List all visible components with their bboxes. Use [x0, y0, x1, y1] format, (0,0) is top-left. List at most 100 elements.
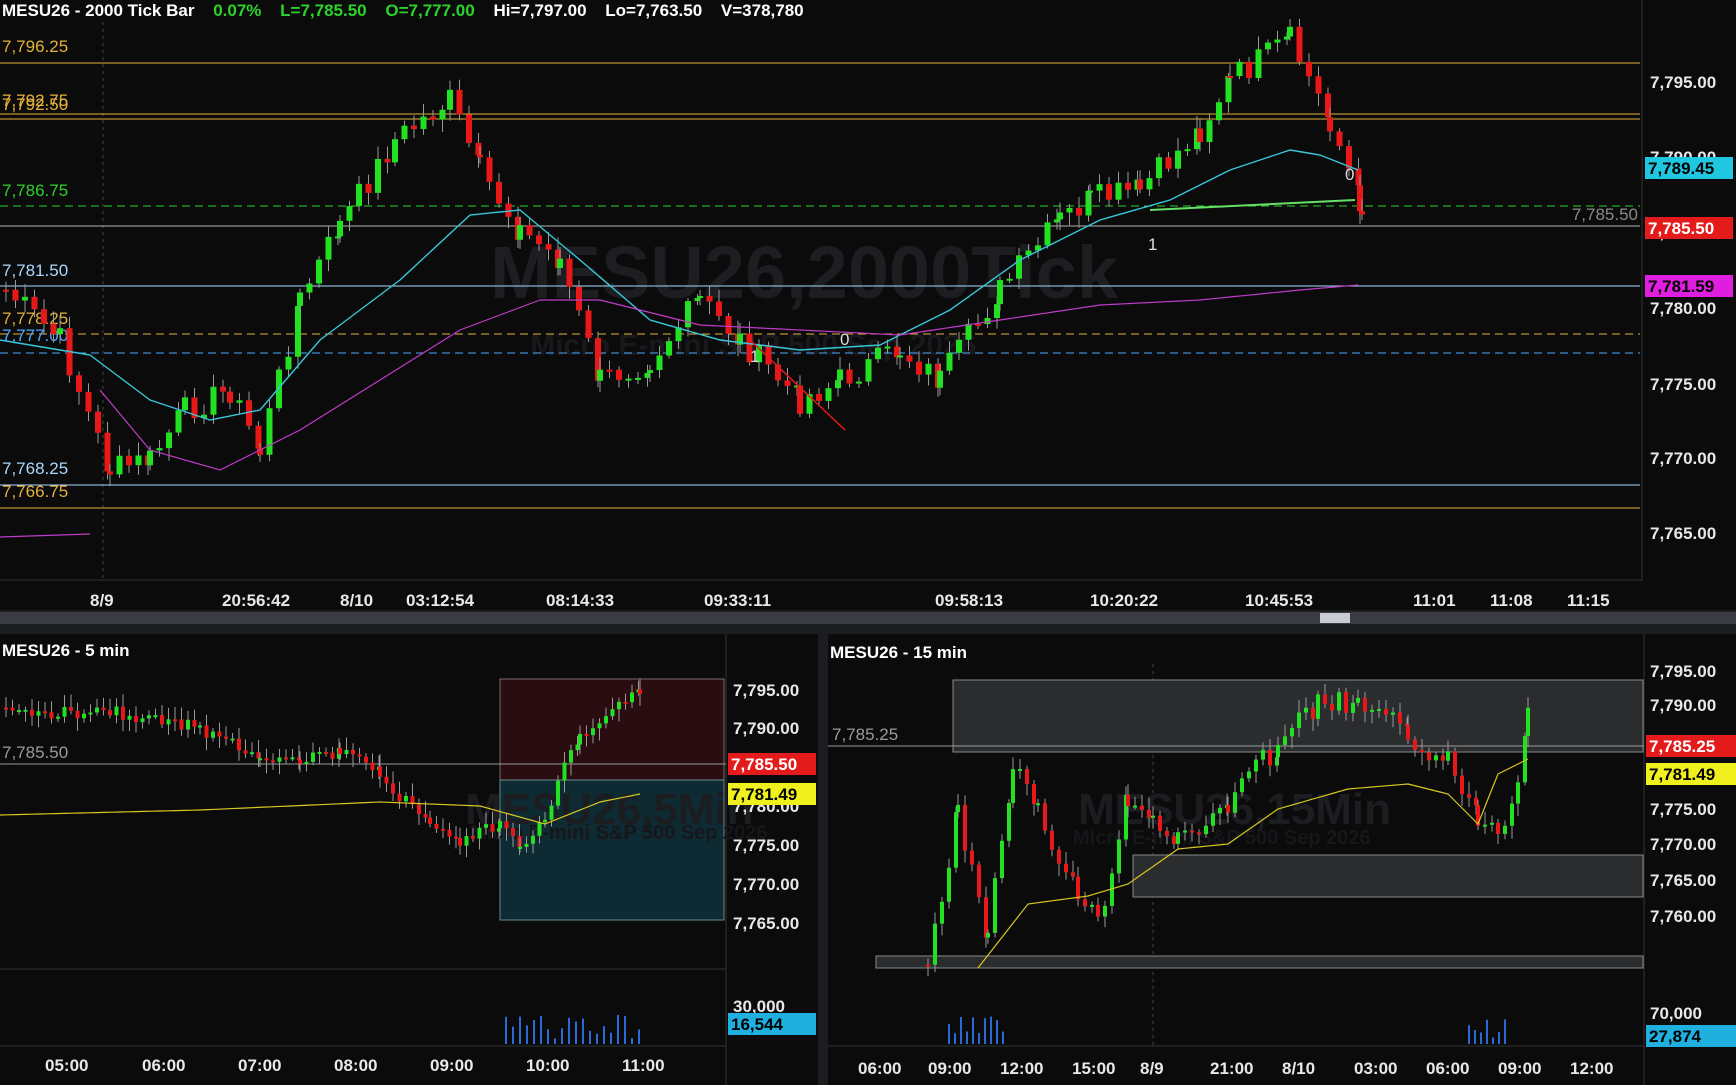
vertical-splitter[interactable] [818, 634, 828, 1085]
price-axis-label: 7,760.00 [1650, 907, 1716, 926]
tick-candle [1225, 76, 1232, 103]
tick-candle [616, 369, 622, 380]
time-axis-label: 03:00 [1354, 1059, 1397, 1078]
volume-bar [984, 1018, 986, 1044]
tick-chart-panel[interactable]: MESU26 - 2000 Tick Bar 0.07% L=7,785.50 … [0, 0, 1736, 610]
five-min-candle [575, 744, 580, 751]
five-min-candle [324, 751, 328, 754]
fifteen-min-chart-canvas[interactable]: MESU26,15MinMicro E-mini S&P 500 Sep 202… [828, 634, 1736, 1085]
five-min-candle [556, 780, 560, 806]
swing-line-green [1149, 199, 1356, 211]
fifteen-min-candle [1076, 876, 1080, 900]
volume-bar [547, 1029, 549, 1044]
tick-candle [526, 225, 533, 236]
time-axis-label: 11:01 [1413, 591, 1456, 610]
tick-candle [255, 425, 262, 449]
five-min-candle [490, 824, 495, 832]
volume-bar [575, 1021, 577, 1044]
volume-bar [526, 1025, 528, 1044]
five-min-candle [357, 754, 362, 757]
price-axis-label: 7,765.00 [1650, 871, 1716, 890]
volume-bar [1002, 1031, 1004, 1044]
five-min-candle [524, 843, 529, 847]
fifteen-min-candle [1140, 805, 1144, 810]
ema-slow-line-old [0, 533, 91, 538]
volume-bar [561, 1028, 563, 1044]
tick-candle [411, 125, 417, 130]
five-min-candle [127, 715, 132, 720]
price-badge-text: 7,781.59 [1648, 277, 1714, 296]
main-scrollbar-thumb[interactable] [1320, 613, 1350, 623]
tick-candle [346, 206, 353, 221]
fifteen-min-candle [1083, 899, 1087, 907]
volume-bar [1468, 1025, 1470, 1044]
five-min-candle [82, 713, 86, 719]
tick-chart-canvas[interactable]: MESU26,2000TickMicro E-mini S&P 500 Sep … [0, 0, 1736, 610]
five-min-candle [471, 836, 475, 839]
horizontal-splitter[interactable] [0, 610, 1736, 634]
fifteen-min-candle [1446, 751, 1450, 761]
five-min-candle [441, 828, 445, 831]
fifteen-min-candle [986, 932, 990, 938]
tick-candle [1227, 76, 1233, 79]
tick-candle [22, 296, 28, 301]
tick-candle [566, 258, 573, 287]
tick-candle [3, 289, 9, 292]
volume-bar [617, 1014, 619, 1044]
five-min-candle [250, 752, 254, 755]
tick-candle [486, 157, 493, 182]
fifteen-min-candle [1240, 778, 1244, 793]
fifteen-min-candle [1000, 840, 1004, 879]
time-axis-label: 05:00 [45, 1056, 88, 1075]
time-axis-label: 07:00 [238, 1056, 281, 1075]
level-label: 7,792.50 [2, 95, 68, 114]
fifteen-min-chart-panel[interactable]: MESU26 - 15 min MESU26,15Min Micro E-mini… [828, 634, 1736, 1085]
five-min-candle [49, 712, 54, 719]
tick-candle [12, 289, 19, 301]
price-axis-label: 7,780.00 [1650, 299, 1716, 318]
five-min-candle [198, 725, 202, 728]
five-min-candle [121, 706, 125, 720]
watermark: MESU26,2000Tick [490, 231, 1119, 314]
time-axis-label: 09:58:13 [935, 591, 1003, 610]
five-min-chart-panel[interactable]: MESU26 - 5 min MESU26,5Min Micro E-mini S… [0, 634, 818, 1085]
fifteen-min-candle [1391, 712, 1395, 715]
tick-candle [925, 363, 932, 375]
five-min-candle [370, 762, 375, 770]
five-min-candle [147, 715, 151, 719]
volume-bar [589, 1030, 591, 1044]
five-min-candle [237, 738, 241, 751]
main-scrollbar-track[interactable] [0, 612, 1736, 624]
tick-candle [576, 286, 582, 311]
time-axis-label: 03:12:54 [406, 591, 475, 610]
tick-candle [1085, 190, 1092, 216]
tick-candle [1306, 61, 1312, 77]
tick-candle [210, 386, 217, 415]
time-axis-label: 09:00 [928, 1059, 971, 1078]
fifteen-min-candle [1176, 832, 1180, 844]
tick-candle [1137, 179, 1143, 190]
five-min-candle [543, 819, 547, 823]
tick-candle [337, 220, 343, 237]
tick-candle [1044, 222, 1051, 246]
five-min-candle [290, 757, 295, 760]
tick-candle [536, 235, 542, 245]
fifteen-min-candle [1323, 694, 1327, 705]
five-min-candle [217, 731, 222, 737]
time-axis-label: 12:00 [1000, 1059, 1043, 1078]
tick-candle [295, 305, 301, 357]
fifteen-min-candle [1316, 694, 1320, 719]
fifteen-min-candle [1434, 755, 1438, 761]
five-min-candle [417, 804, 421, 815]
tick-candle [297, 292, 303, 306]
tick-candle [997, 280, 1003, 305]
five-min-candle [4, 707, 8, 710]
tick-candle [856, 381, 862, 384]
five-min-chart-canvas[interactable]: MESU26,5MinMicro E-mini S&P 500 Sep 2026… [0, 634, 818, 1085]
volume-bar [638, 1029, 640, 1044]
tick-candle [1206, 120, 1213, 143]
five-min-candle [101, 707, 106, 711]
tick-candle [1066, 207, 1073, 213]
price-badge-text: 7,785.25 [1649, 737, 1715, 756]
volume-bar [960, 1016, 962, 1044]
